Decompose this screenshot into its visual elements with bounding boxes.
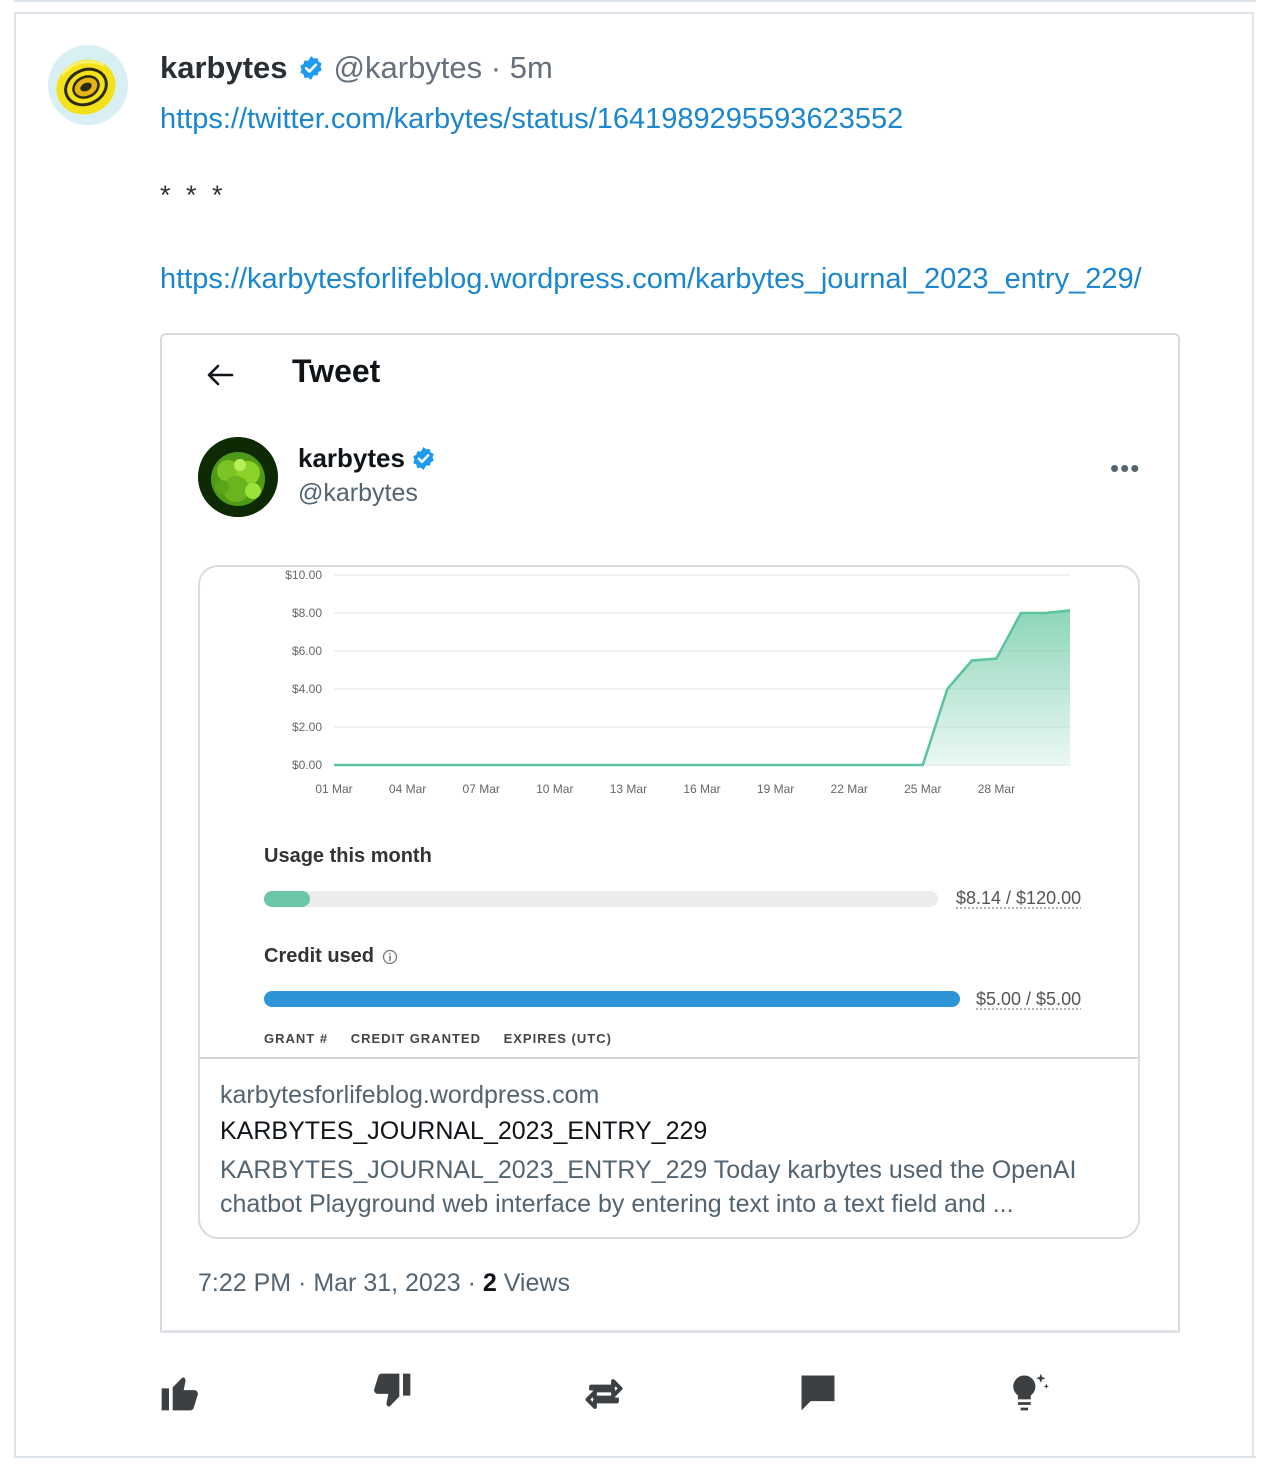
- green-foliage-avatar-image: [198, 437, 278, 517]
- top-divider: [14, 0, 1256, 2]
- credit-used-label: Credit used: [264, 945, 398, 968]
- y-tick-label: $2.00: [292, 720, 322, 734]
- x-tick-label: 01 Mar: [315, 782, 352, 796]
- author-name[interactable]: karbytes: [160, 50, 288, 86]
- info-icon: [382, 949, 398, 964]
- usage-progress-track: [264, 891, 938, 907]
- bottom-divider: [14, 1456, 1256, 1458]
- x-tick-label: 19 Mar: [757, 782, 794, 796]
- usage-progress-fill: [264, 891, 310, 907]
- x-tick-label: 07 Mar: [463, 782, 500, 796]
- embedded-author-name: karbytes: [298, 443, 436, 474]
- x-tick-label: 25 Mar: [904, 782, 941, 796]
- y-tick-label: $4.00: [292, 682, 322, 696]
- post-timestamp[interactable]: 5m: [510, 50, 553, 86]
- x-tick-label: 16 Mar: [683, 782, 720, 796]
- section-separator-stars: * * *: [160, 180, 227, 210]
- back-arrow-icon: [207, 364, 234, 386]
- tweet-meta: 7:22 PM · Mar 31, 2023 · 2 Views: [198, 1269, 570, 1298]
- link-card-domain: karbytesforlifeblog.wordpress.com: [220, 1081, 600, 1109]
- lightbulb-icon[interactable]: [1006, 1370, 1050, 1414]
- y-tick-label: $8.00: [292, 606, 322, 620]
- twitter-status-link[interactable]: https://twitter.com/karbytes/status/1641…: [160, 103, 903, 136]
- avatar[interactable]: [48, 45, 128, 125]
- series-area: [334, 610, 1070, 765]
- y-tick-label: $6.00: [292, 644, 322, 658]
- y-tick-label: $0.00: [292, 758, 322, 772]
- embedded-avatar: [198, 437, 278, 517]
- more-options-icon: •••: [1110, 453, 1141, 483]
- views-label: Views: [496, 1269, 570, 1297]
- y-tick-label: $10.00: [285, 568, 322, 582]
- usage-this-month-label: Usage this month: [264, 845, 432, 867]
- credit-amount: $5.00 / $5.00: [976, 989, 1082, 1009]
- comment-icon[interactable]: [796, 1370, 840, 1414]
- x-tick-label: 22 Mar: [831, 782, 868, 796]
- thumbs-down-icon[interactable]: [370, 1370, 414, 1414]
- usage-area-chart: $10.00 $8.00 $6.00 $4.00 $2.00 $0.00 01 Mar 04 …: [285, 568, 1071, 796]
- thumbs-up-icon[interactable]: [158, 1370, 202, 1414]
- link-card-description: KARBYTES_JOURNAL_2023_ENTRY_229 Today ka…: [220, 1156, 1077, 1218]
- post-action-bar: [0, 1366, 1264, 1426]
- usage-amount: $8.14 / $120.00: [956, 888, 1082, 908]
- embed-bottom-border: [160, 1330, 1180, 1333]
- tweet-header-title: Tweet: [292, 353, 381, 389]
- grant-table-header: GRANT # CREDIT GRANTED EXPIRES (UTC): [264, 1031, 630, 1046]
- blog-entry-link[interactable]: https://karbytesforlifeblog.wordpress.co…: [160, 263, 1142, 296]
- x-tick-label: 13 Mar: [610, 782, 647, 796]
- verified-badge-icon: [299, 56, 322, 80]
- repost-icon[interactable]: [582, 1372, 626, 1416]
- post-header: karbytes @karbytes · 5m: [160, 50, 553, 86]
- embedded-tweet-screenshot[interactable]: Tweet karbytes @karbytes ••• $10.00 $8.00…: [160, 333, 1180, 1333]
- x-tick-label: 04 Mar: [389, 782, 426, 796]
- tweet-datetime: 7:22 PM · Mar 31, 2023 ·: [198, 1269, 483, 1297]
- column-grant: GRANT #: [264, 1031, 329, 1046]
- header-separator: ·: [490, 50, 502, 85]
- author-handle[interactable]: @karbytes: [334, 50, 483, 86]
- spiral-avatar-image: [48, 45, 128, 125]
- link-preview-card: karbytesforlifeblog.wordpress.com KARBYT…: [198, 1057, 1140, 1239]
- column-expires: EXPIRES (UTC): [503, 1031, 612, 1046]
- x-tick-label: 10 Mar: [536, 782, 573, 796]
- views-count: 2: [482, 1269, 497, 1297]
- verified-badge-icon: [413, 447, 434, 470]
- embedded-author-handle: @karbytes: [298, 479, 418, 507]
- x-tick-label: 28 Mar: [978, 782, 1015, 796]
- credit-progress-fill: [264, 991, 960, 1007]
- link-card-title: KARBYTES_JOURNAL_2023_ENTRY_229: [220, 1117, 708, 1145]
- column-credit-granted: CREDIT GRANTED: [350, 1031, 481, 1046]
